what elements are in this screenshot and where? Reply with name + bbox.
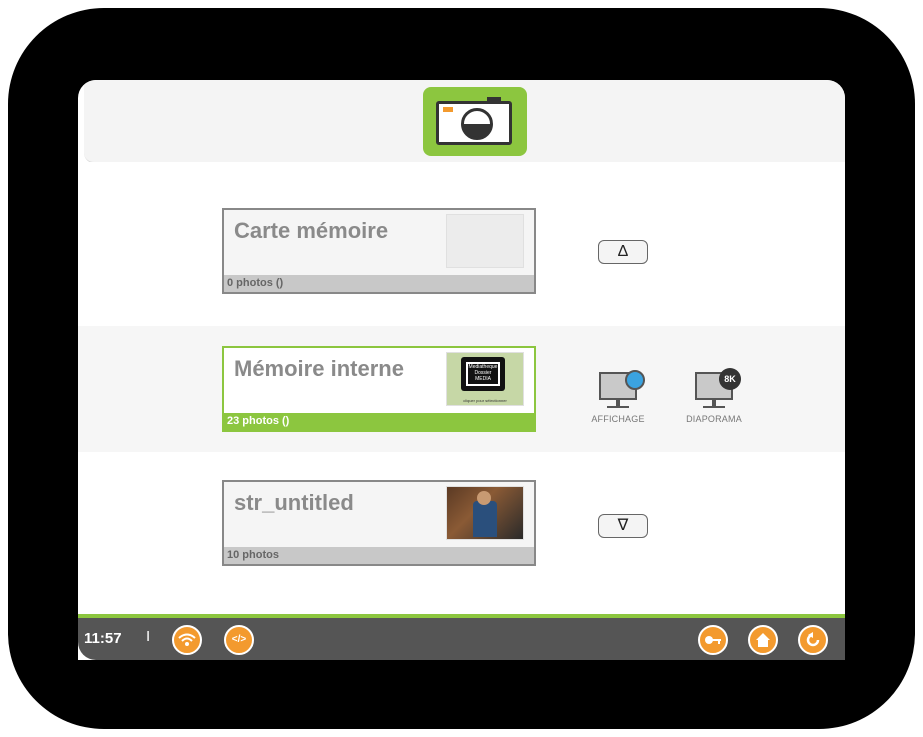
source-title: Carte mémoire xyxy=(234,218,389,243)
source-row-internal-memory: Mémoire interne Mediatheque Dossier MEDI… xyxy=(78,326,845,453)
key-icon[interactable] xyxy=(698,625,728,655)
source-title: Mémoire interne xyxy=(234,356,404,381)
wifi-icon[interactable] xyxy=(172,625,202,655)
monitor-base xyxy=(607,406,629,408)
code-icon[interactable]: </> xyxy=(224,625,254,655)
camera-lens xyxy=(461,108,493,140)
source-thumbnail: Mediatheque Dossier MEDIA cliquer pour s… xyxy=(446,352,524,406)
scroll-up-button[interactable]: Δ xyxy=(598,240,648,264)
poster-screen: Mediatheque Dossier MEDIA xyxy=(466,362,500,386)
camera-top xyxy=(487,97,501,102)
source-card-internal-memory[interactable]: Mémoire interne Mediatheque Dossier MEDI… xyxy=(222,346,536,432)
source-card-untitled[interactable]: str_untitled 10 photos xyxy=(222,480,536,566)
camera-icon[interactable] xyxy=(423,87,527,156)
display-action[interactable]: AFFICHAGE xyxy=(578,370,658,424)
clock: 11:57 xyxy=(84,630,122,647)
source-card-memory-card[interactable]: Carte mémoire 0 photos () xyxy=(222,208,536,294)
camera-flash xyxy=(443,107,453,112)
separator: I xyxy=(146,628,151,645)
source-thumbnail xyxy=(446,214,524,268)
slideshow-label: DIAPORAMA xyxy=(686,414,742,424)
slideshow-monitor-icon: 8K xyxy=(695,368,741,400)
blue-dot-icon xyxy=(625,370,645,390)
source-count: 23 photos () xyxy=(224,413,534,430)
back-icon[interactable] xyxy=(798,625,828,655)
source-thumbnail xyxy=(446,486,524,540)
photo-figure xyxy=(473,501,497,537)
poster-frame: Mediatheque Dossier MEDIA xyxy=(461,357,505,391)
poster-caption: cliquer pour sélectionner xyxy=(463,398,507,403)
display-monitor-icon xyxy=(599,370,645,400)
display-label: AFFICHAGE xyxy=(591,414,645,424)
source-row-memory-card: Carte mémoire 0 photos () Δ xyxy=(78,162,845,327)
header xyxy=(84,80,845,163)
photo-head xyxy=(477,491,491,505)
source-row-untitled: str_untitled 10 photos ∇ xyxy=(78,452,845,616)
home-icon[interactable] xyxy=(748,625,778,655)
status-bar: 11:57 I </> xyxy=(78,614,845,660)
slideshow-badge-icon: 8K xyxy=(719,368,741,390)
screen: Carte mémoire 0 photos () Δ Mémoire inte… xyxy=(78,80,845,660)
source-title: str_untitled xyxy=(234,490,354,515)
monitor-base xyxy=(703,406,725,408)
poster-line: MEDIA xyxy=(475,376,491,382)
slideshow-action[interactable]: 8K DIAPORAMA xyxy=(674,368,754,424)
scroll-down-button[interactable]: ∇ xyxy=(598,514,648,538)
camera-body xyxy=(436,101,512,145)
source-count: 10 photos xyxy=(224,547,534,564)
source-count: 0 photos () xyxy=(224,275,534,292)
